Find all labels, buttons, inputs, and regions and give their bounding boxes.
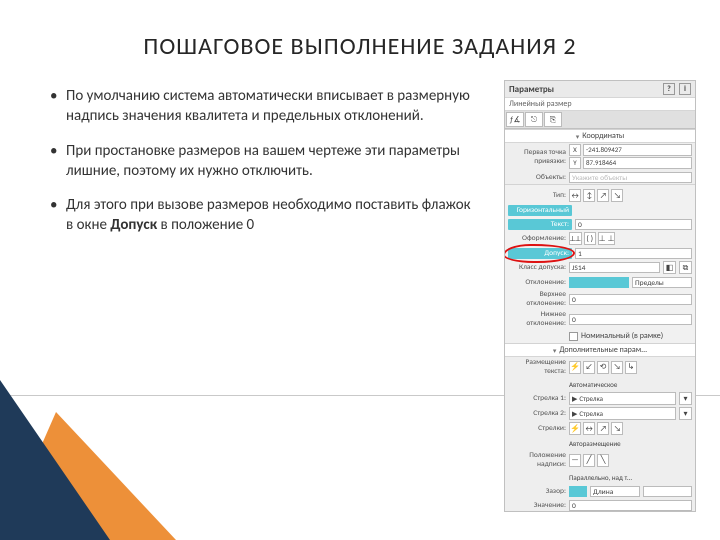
bullet-bold: Допуск bbox=[110, 216, 157, 234]
arrow2-label: Стрелка 2: bbox=[508, 409, 566, 418]
deviation-toggle[interactable] bbox=[569, 277, 629, 288]
type-btn[interactable]: ↔ bbox=[569, 189, 581, 202]
text-label: Текст: bbox=[508, 219, 572, 230]
arrows-btn[interactable]: ↔ bbox=[583, 422, 595, 435]
decor-label: Оформление: bbox=[508, 234, 566, 243]
y-label: Y bbox=[569, 157, 581, 169]
objects-input[interactable]: Укажите объекты bbox=[569, 172, 692, 183]
x-label: X bbox=[569, 144, 581, 156]
gap-input[interactable] bbox=[643, 486, 693, 497]
place-btn[interactable]: ↘ bbox=[611, 361, 623, 374]
lower-dev-input[interactable]: 0 bbox=[569, 314, 692, 325]
arrows-value: Авторазмещение bbox=[569, 439, 621, 448]
labelpos-btn[interactable]: ╱ bbox=[583, 454, 595, 467]
deviation-limits-button[interactable]: Пределы bbox=[632, 277, 692, 288]
type-label: Тип: bbox=[508, 191, 566, 200]
decor-triangle-blue bbox=[0, 380, 110, 540]
arrow1-select[interactable]: ▶ Стрелка bbox=[569, 392, 676, 405]
decor-btn[interactable]: ( ) bbox=[584, 232, 596, 245]
arrows-buttons[interactable]: ⚡ ↔ ↗ ↘ bbox=[569, 422, 623, 435]
arrows-btn[interactable]: ↗ bbox=[597, 422, 609, 435]
arrow2-dropdown[interactable]: ▾ bbox=[679, 407, 692, 420]
section-extra-head[interactable]: Дополнительные парам... bbox=[505, 344, 695, 357]
section-coords: Координаты Первая точка привязки: X -241… bbox=[505, 129, 695, 185]
objects-label: Объекты: bbox=[508, 173, 566, 182]
nominal-label: Номинальный (в рамке) bbox=[581, 331, 663, 341]
decor-buttons[interactable]: ⟂⟂ ( ) ⊥ ⊥ bbox=[569, 232, 615, 245]
arrow1-label: Стрелка 1: bbox=[508, 394, 566, 403]
section-coords-head[interactable]: Координаты bbox=[505, 130, 695, 143]
placement-value: Автоматическое bbox=[569, 380, 617, 389]
bullet-item: По умолчанию система автоматически вписы… bbox=[48, 86, 478, 127]
slide-title: ПОШАГОВОЕ ВЫПОЛНЕНИЕ ЗАДАНИЯ 2 bbox=[0, 32, 720, 61]
deviation-label: Отклонение: bbox=[508, 278, 566, 287]
first-point-label: Первая точка привязки: bbox=[508, 148, 566, 166]
panel-header: Параметры ? i bbox=[505, 81, 695, 98]
arrow2-select[interactable]: ▶ Стрелка bbox=[569, 407, 676, 420]
labelpos-btn[interactable]: — bbox=[569, 454, 581, 467]
labelpos-value: Параллельно, над т... bbox=[569, 473, 632, 482]
type-btn[interactable]: ↘ bbox=[611, 189, 623, 202]
upper-dev-label: Верхнее отклонение: bbox=[508, 290, 566, 308]
place-btn[interactable]: ↙ bbox=[583, 361, 595, 374]
parameters-panel: Параметры ? i Линейный размер ƒ∡ ⎋ ⎘ Коо… bbox=[504, 80, 696, 512]
place-btn[interactable]: ⚡ bbox=[569, 361, 581, 374]
arrow1-dropdown[interactable]: ▾ bbox=[679, 392, 692, 405]
type-btn[interactable]: ↗ bbox=[597, 189, 609, 202]
place-btn[interactable]: ⟲ bbox=[597, 361, 609, 374]
class-btn-a[interactable]: ◧ bbox=[663, 261, 676, 274]
section-extra: Дополнительные парам... Размещение текст… bbox=[505, 343, 695, 512]
arrows-label: Стрелки: bbox=[508, 424, 566, 433]
placement-label: Размещение текста: bbox=[508, 358, 566, 376]
type-btn[interactable]: ↕ bbox=[583, 189, 595, 202]
placement-buttons[interactable]: ⚡ ↙ ⟲ ↘ ↳ bbox=[569, 361, 637, 374]
arrows-btn[interactable]: ⚡ bbox=[569, 422, 581, 435]
bullet-item: Для этого при вызове размеров необходимо… bbox=[48, 195, 478, 236]
bullet-item: При простановке размеров на вашем чертеж… bbox=[48, 141, 478, 182]
bullet-tail: в положение 0 bbox=[157, 216, 254, 234]
slide-body: По умолчанию система автоматически вписы… bbox=[48, 86, 478, 250]
arrows-btn[interactable]: ↘ bbox=[611, 422, 623, 435]
labelpos-buttons[interactable]: — ╱ ╲ bbox=[569, 454, 609, 467]
panel-tab[interactable]: ⎘ bbox=[544, 112, 562, 127]
gap-label: Зазор: bbox=[508, 487, 566, 496]
class-label: Класс допуска: bbox=[508, 263, 566, 272]
upper-dev-input[interactable]: 0 bbox=[569, 294, 692, 305]
x-input[interactable]: -241.809427 bbox=[583, 144, 692, 156]
nominal-checkbox[interactable] bbox=[569, 332, 578, 341]
panel-title: Параметры bbox=[509, 84, 554, 95]
value-label: Значение: bbox=[508, 501, 566, 510]
panel-tab[interactable]: ⎋ bbox=[525, 112, 543, 127]
type-buttons[interactable]: ↔ ↕ ↗ ↘ bbox=[569, 189, 623, 202]
lower-dev-label: Нижнее отклонение: bbox=[508, 310, 566, 328]
class-input[interactable]: JS14 bbox=[569, 262, 660, 273]
text-input[interactable]: 0 bbox=[575, 219, 692, 230]
help-icon[interactable]: ? bbox=[663, 83, 675, 95]
y-input[interactable]: 87.918464 bbox=[583, 157, 692, 169]
panel-tab[interactable]: ƒ∡ bbox=[506, 112, 524, 127]
place-btn[interactable]: ↳ bbox=[625, 361, 637, 374]
gap-mode-button[interactable]: Длина bbox=[590, 486, 640, 497]
horizontal-label: Горизонтальный bbox=[508, 205, 572, 216]
info-icon[interactable]: i bbox=[679, 83, 691, 95]
labelpos-btn[interactable]: ╲ bbox=[597, 454, 609, 467]
decor-btn[interactable]: ⟂⟂ bbox=[569, 232, 582, 245]
panel-subtitle: Линейный размер bbox=[505, 98, 695, 111]
panel-tabs: ƒ∡ ⎋ ⎘ bbox=[505, 111, 695, 129]
class-btn-b[interactable]: ⧉ bbox=[679, 261, 692, 274]
value-input[interactable]: 0 bbox=[569, 500, 692, 511]
tolerance-input[interactable]: 1 bbox=[575, 248, 692, 259]
gap-toggle[interactable] bbox=[569, 486, 587, 497]
labelpos-label: Положение надписи: bbox=[508, 451, 566, 469]
decor-btn[interactable]: ⊥ ⊥ bbox=[598, 232, 616, 245]
